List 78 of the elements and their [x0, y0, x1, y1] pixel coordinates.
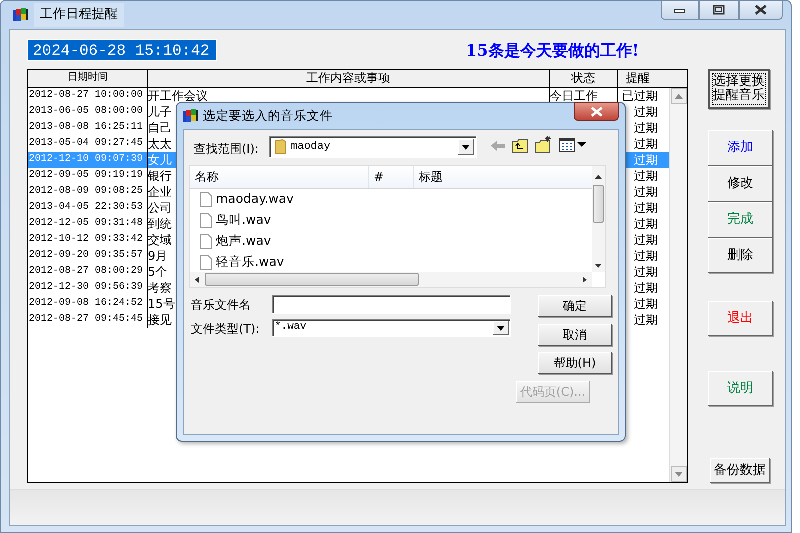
- table-cell: 2012-09-20 09:35:57: [28, 248, 148, 264]
- column-header[interactable]: 日期时间: [28, 70, 148, 87]
- table-cell-text: 过期: [633, 136, 659, 152]
- table-cell: 2012-08-27 10:00:00: [28, 88, 148, 104]
- folder-icon: [275, 139, 287, 155]
- dialog-button[interactable]: 取消: [538, 324, 612, 346]
- table-cell: 2013-04-05 22:30:53: [28, 200, 148, 216]
- column-header[interactable]: 提醒: [618, 70, 671, 87]
- table-cell: 2012-08-27 09:45:45: [28, 312, 148, 328]
- scroll-right-icon[interactable]: [583, 277, 587, 283]
- action-button[interactable]: 删除: [708, 238, 773, 273]
- scroll-up-icon[interactable]: [595, 175, 602, 179]
- scrollbar[interactable]: [190, 272, 592, 287]
- table-cell-text: 已过期: [621, 88, 659, 104]
- scroll-left-icon[interactable]: [195, 277, 199, 283]
- table-cell-text: 过期: [633, 216, 659, 232]
- action-button[interactable]: 说明: [708, 371, 773, 406]
- file-type-dropdown[interactable]: *.wav: [272, 319, 511, 337]
- close-button[interactable]: [739, 1, 783, 20]
- action-button[interactable]: 完成: [708, 202, 773, 238]
- close-icon: [754, 5, 768, 15]
- caret-icon: [497, 326, 505, 330]
- action-button[interactable]: 退出: [708, 301, 773, 336]
- table-cell: 2012-12-30 09:56:39: [28, 280, 148, 296]
- view-menu-icon[interactable]: [559, 138, 587, 152]
- close-icon: [590, 106, 604, 116]
- app-icon: [13, 7, 29, 23]
- minimize-button[interactable]: [661, 1, 699, 20]
- maximize-button[interactable]: [699, 1, 739, 20]
- table-cell-text: 过期: [633, 104, 659, 120]
- table-cell: 2012-08-09 09:08:25: [28, 184, 148, 200]
- table-cell: 2012-12-10 09:07:39: [28, 152, 148, 168]
- table-cell: 2012-09-08 16:24:52: [28, 296, 148, 312]
- file-icon: [200, 234, 212, 249]
- dialog-button: 代码页(C)...: [516, 381, 590, 403]
- scrollbar[interactable]: [592, 166, 605, 272]
- table-cell-text: 过期: [633, 264, 659, 280]
- table-cell-text: 过期: [633, 120, 659, 136]
- up-folder-icon[interactable]: [512, 138, 528, 153]
- file-name-input[interactable]: [272, 295, 511, 314]
- table-cell-text: 过期: [633, 184, 659, 200]
- table-cell-text: 过期: [633, 168, 659, 184]
- table-cell: 2013-06-05 08:00:00: [28, 104, 148, 120]
- table-cell-text: 过期: [633, 280, 659, 296]
- table-cell-text: 过期: [633, 200, 659, 216]
- table-cell: 2012-08-27 08:00:29: [28, 264, 148, 280]
- file-icon: [200, 192, 212, 207]
- action-button[interactable]: 添加: [708, 130, 773, 166]
- action-button[interactable]: 备份数据: [710, 458, 770, 483]
- table-cell: 2012-12-05 09:31:48: [28, 216, 148, 232]
- column-header[interactable]: 工作内容或事项: [148, 70, 550, 87]
- close-button[interactable]: [574, 102, 619, 121]
- file-icon: [200, 255, 212, 270]
- maximize-icon: [713, 5, 725, 15]
- caret-icon: [462, 144, 470, 150]
- dialog-button[interactable]: 帮助(H): [538, 352, 612, 374]
- window-title: 工作日程提醒: [34, 3, 124, 27]
- action-button[interactable]: 选择更换提醒音乐: [708, 69, 770, 109]
- headline: 15条是今天要做的工作!: [466, 40, 640, 62]
- scroll-down-icon[interactable]: [595, 264, 602, 268]
- table-cell: 2012-10-12 09:33:42: [28, 232, 148, 248]
- look-in-dropdown[interactable]: maoday: [269, 136, 477, 158]
- table-cell-text: 过期: [633, 248, 659, 264]
- table-cell-text: 过期: [633, 312, 659, 328]
- table-cell-text: 过期: [633, 232, 659, 248]
- table-cell: 2012-09-05 09:19:19: [28, 168, 148, 184]
- table-cell-text: 过期: [633, 296, 659, 312]
- action-button[interactable]: 修改: [708, 166, 773, 202]
- new-folder-icon[interactable]: [535, 136, 553, 153]
- file-icon: [200, 213, 212, 228]
- file-name-label: 音乐文件名: [191, 297, 251, 314]
- column-header[interactable]: 状态: [550, 70, 618, 87]
- column-header[interactable]: 名称: [190, 166, 369, 188]
- column-header[interactable]: #: [369, 166, 414, 188]
- clock-display: 2024-06-28 15:10:42: [27, 39, 217, 61]
- table-cell: 2013-08-08 16:25:11: [28, 120, 148, 136]
- dialog-button[interactable]: 确定: [538, 295, 612, 317]
- app-icon: [183, 108, 199, 124]
